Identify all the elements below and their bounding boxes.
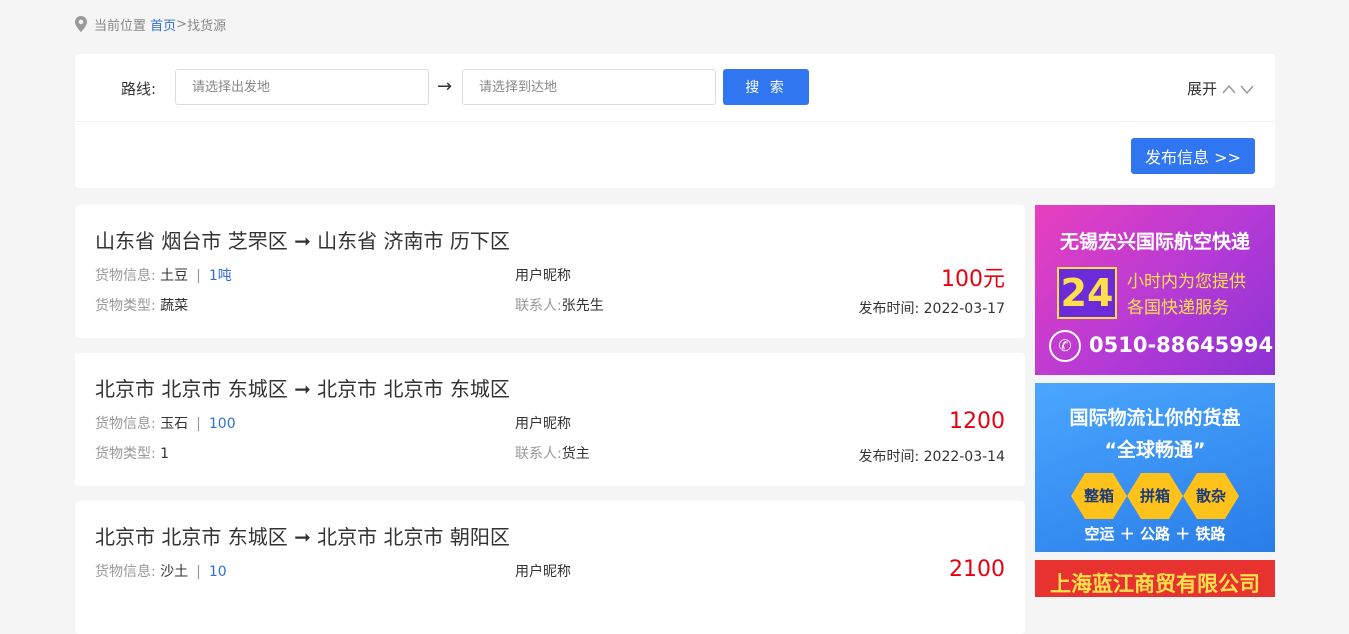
- listing-price: 2100: [949, 557, 1005, 582]
- contact-info: 联系人:货主: [515, 446, 590, 462]
- breadcrumb-current: 找货源: [187, 18, 227, 34]
- listing-price: 1200: [949, 409, 1005, 434]
- ad-banner-logistics[interactable]: 国际物流让你的货盘 “全球畅通” 整箱 拼箱 散杂 空运 ＋ 公路 ＋ 铁路: [1035, 383, 1275, 552]
- search-row: 路线: → 搜 索 展开: [75, 54, 1275, 122]
- destination-input[interactable]: [462, 69, 716, 105]
- goods-type: 货物类型: 1: [95, 446, 170, 462]
- ad-title: 国际物流让你的货盘: [1069, 407, 1241, 429]
- goods-info: 货物信息: 玉石 | 100: [95, 416, 236, 432]
- phone-icon: ✆: [1049, 330, 1081, 362]
- ad-transport-modes: 空运 ＋ 公路 ＋ 铁路: [1084, 525, 1226, 543]
- goods-quantity: 100: [208, 416, 236, 432]
- expand-toggle[interactable]: 展开: [1187, 78, 1255, 99]
- goods-name: 玉石: [160, 416, 189, 432]
- listing-route[interactable]: 北京市 北京市 东城区 ➞ 北京市 北京市 朝阳区: [95, 521, 510, 550]
- user-nickname: 用户昵称: [515, 564, 571, 580]
- contact-name: 货主: [561, 446, 590, 462]
- publish-info-button[interactable]: 发布信息 >>: [1131, 138, 1255, 174]
- origin-input[interactable]: [175, 69, 429, 105]
- ad-title: 无锡宏兴国际航空快递: [1059, 231, 1250, 253]
- publish-date: 发布时间: 2022-03-17: [858, 301, 1005, 317]
- goods-name: 土豆: [160, 268, 189, 284]
- goods-type-value: 1: [160, 446, 170, 462]
- user-nickname: 用户昵称: [515, 416, 571, 432]
- goods-quantity: 1吨: [208, 268, 232, 284]
- search-panel: 路线: → 搜 索 展开 发布信息 >>: [75, 54, 1275, 188]
- listing-card[interactable]: 山东省 烟台市 芝罘区 ➞ 山东省 济南市 历下区 货物信息: 土豆 | 1吨 货物…: [75, 205, 1025, 338]
- contact-info: 联系人:张先生: [515, 298, 604, 314]
- chevron-up-down-icon: [1221, 83, 1255, 95]
- listing-card[interactable]: 北京市 北京市 东城区 ➞ 北京市 北京市 朝阳区 货物信息: 沙土 | 10 用户…: [75, 501, 1025, 634]
- goods-quantity: 10: [208, 564, 227, 580]
- listing-card[interactable]: 北京市 北京市 东城区 ➞ 北京市 北京市 东城区 货物信息: 玉石 | 100 货…: [75, 353, 1025, 486]
- ad-title: 上海蓝江商贸有限公司: [1050, 572, 1260, 596]
- search-button[interactable]: 搜 索: [723, 69, 809, 105]
- breadcrumb-prefix: 当前位置: [94, 18, 147, 34]
- location-pin-icon: [75, 16, 87, 32]
- ad-phone-number: 0510-88645994: [1089, 333, 1274, 357]
- ad-subtitle: “全球畅通”: [1104, 439, 1206, 461]
- goods-type: 货物类型: 蔬菜: [95, 298, 189, 314]
- route-label: 路线:: [121, 80, 157, 98]
- ad-tag: 散杂: [1183, 473, 1239, 519]
- goods-type-value: 蔬菜: [160, 298, 189, 314]
- breadcrumb-home-link[interactable]: 首页: [150, 15, 176, 34]
- ad-banner-air-express[interactable]: 无锡宏兴国际航空快递 24 小时内为您提供 各国快递服务 ✆ 0510-8864…: [1035, 205, 1275, 375]
- listing-route[interactable]: 山东省 烟台市 芝罘区 ➞ 山东省 济南市 历下区: [95, 225, 510, 254]
- ad-tag: 整箱: [1071, 473, 1127, 519]
- contact-name: 张先生: [561, 298, 604, 314]
- expand-label: 展开: [1186, 80, 1217, 98]
- route-arrow: →: [437, 76, 453, 97]
- ad-tag: 拼箱: [1127, 473, 1183, 519]
- breadcrumb-separator: >: [176, 16, 188, 32]
- goods-info: 货物信息: 土豆 | 1吨: [95, 268, 232, 284]
- ad-line: 各国快递服务: [1127, 298, 1229, 318]
- user-nickname: 用户昵称: [515, 268, 571, 284]
- breadcrumb: 当前位置 首页 > 找货源: [75, 14, 226, 34]
- ad-banner-trading[interactable]: 上海蓝江商贸有限公司: [1035, 560, 1275, 597]
- ad-24-badge: 24: [1057, 267, 1117, 319]
- listing-route[interactable]: 北京市 北京市 东城区 ➞ 北京市 北京市 东城区: [95, 373, 510, 402]
- goods-name: 沙土: [160, 564, 189, 580]
- ad-line: 小时内为您提供: [1127, 272, 1246, 292]
- goods-info: 货物信息: 沙土 | 10: [95, 564, 227, 580]
- publish-date: 发布时间: 2022-03-14: [858, 449, 1005, 465]
- listing-price: 100元: [941, 267, 1005, 292]
